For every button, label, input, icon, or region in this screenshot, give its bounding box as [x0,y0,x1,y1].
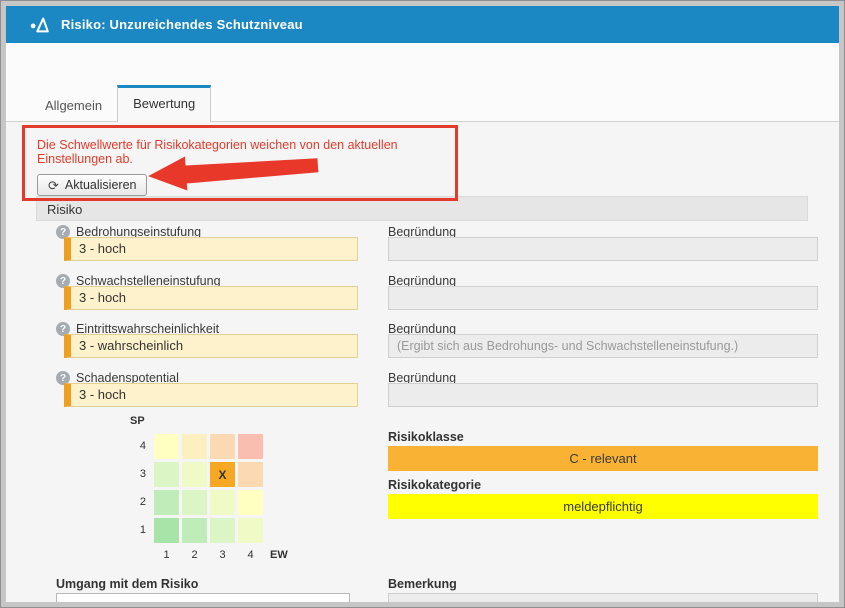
matrix-cell [238,518,263,543]
risk-category-bar: meldepflichtig [388,494,818,519]
matrix-row-label: 4 [132,434,146,459]
matrix-cell [182,490,207,515]
begruendung-input-4[interactable] [388,383,818,407]
matrix-col-label: 3 [210,549,235,561]
risikoklasse-label: Risikoklasse [388,430,464,444]
matrix-col-label: 2 [182,549,207,561]
risk-matrix-grid: X [154,434,263,543]
matrix-cell [182,518,207,543]
begruendung-input-3[interactable]: (Ergibt sich aus Bedrohungs- und Schwach… [388,334,818,358]
risk-dialog-window: Risiko: Unzureichendes Schutzniveau Allg… [0,0,845,608]
matrix-cell [210,490,235,515]
matrix-row-label: 1 [132,518,146,543]
matrix-cell [238,434,263,459]
begruendung-input-2[interactable] [388,286,818,310]
tab-bar: Allgemein Bewertung [30,85,211,121]
matrix-cell [238,462,263,487]
window-title: Risiko: Unzureichendes Schutzniveau [61,17,303,32]
tab-bewertung[interactable]: Bewertung [117,85,211,122]
matrix-cell: X [210,462,235,487]
matrix-cell [154,462,179,487]
matrix-cell [154,434,179,459]
aktualisieren-button-label: Aktualisieren [65,178,137,192]
app-logo-icon [28,13,52,37]
matrix-cell [182,434,207,459]
matrix-cell [238,490,263,515]
aktualisieren-button[interactable]: ⟳ Aktualisieren [37,174,147,196]
matrix-cell [210,434,235,459]
bedrohungseinstufung-input[interactable]: 3 - hoch [64,237,358,261]
bemerkung-input[interactable] [388,593,818,602]
matrix-col-label: 1 [154,549,179,561]
umgang-mit-dem-risiko-label: Umgang mit dem Risiko [56,577,198,591]
umgang-dropdown[interactable] [56,593,350,602]
window-frame: Risiko: Unzureichendes Schutzniveau Allg… [1,1,844,607]
matrix-y-axis-label: SP [130,415,145,427]
matrix-x-axis-label: EW [270,549,288,561]
matrix-row-label: 2 [132,490,146,515]
schadenspotential-input[interactable]: 3 - hoch [64,383,358,407]
matrix-cell [210,518,235,543]
matrix-col-labels: 1234 [154,549,263,561]
matrix-cell [154,490,179,515]
risk-class-bar: C - relevant [388,446,818,471]
matrix-row-labels: 4 3 2 1 [132,434,146,546]
red-arrow-annotation [146,148,326,192]
bemerkung-label: Bemerkung [388,577,457,591]
eintrittswahrscheinlichkeit-input[interactable]: 3 - wahrscheinlich [64,334,358,358]
matrix-row-label: 3 [132,462,146,487]
window-titlebar: Risiko: Unzureichendes Schutzniveau [6,6,839,43]
matrix-cell [154,518,179,543]
risikokategorie-label: Risikokategorie [388,478,481,492]
matrix-col-label: 4 [238,549,263,561]
tab-allgemein[interactable]: Allgemein [30,91,117,121]
matrix-cell [182,462,207,487]
begruendung-input-1[interactable] [388,237,818,261]
refresh-icon: ⟳ [48,179,59,192]
schwachstelleneinstufung-input[interactable]: 3 - hoch [64,286,358,310]
